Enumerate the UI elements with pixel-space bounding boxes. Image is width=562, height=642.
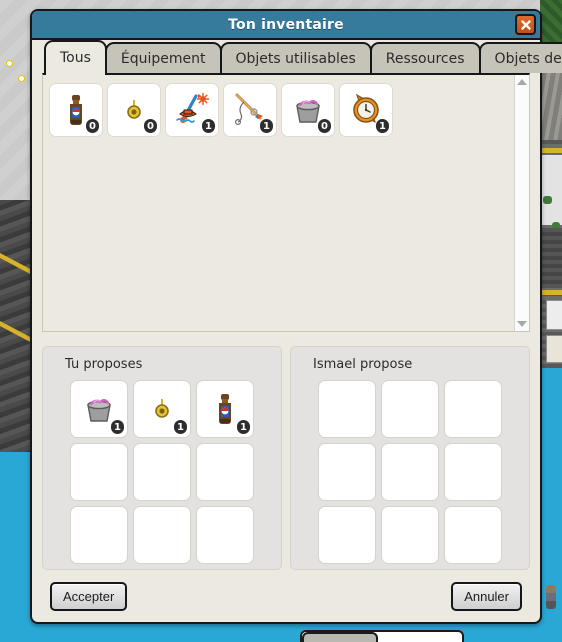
item-quantity: 1: [236, 419, 251, 435]
inventory-tabs: Tous Équipement Objets utilisables Resso…: [32, 40, 562, 75]
trade-partner-slot-empty[interactable]: [381, 380, 439, 438]
trade-area: Tu proposes 1 1 1 Ismael propose: [42, 346, 530, 570]
inventory-scrollbar[interactable]: [514, 75, 529, 331]
tab-label: Équipement: [120, 50, 206, 67]
inventory-slot-soda-bottle[interactable]: 0: [49, 83, 103, 137]
trade-panel-partner: Ismael propose: [290, 346, 530, 570]
trade-panel-you: Tu proposes 1 1 1: [42, 346, 282, 570]
close-icon: [520, 19, 531, 30]
trade-you-slot-gold-pendant[interactable]: 1: [133, 380, 191, 438]
trade-partner-slot-empty[interactable]: [318, 506, 376, 564]
accept-button[interactable]: Accepter: [50, 581, 128, 611]
inventory-slot-fishing-rod[interactable]: 1: [223, 83, 277, 137]
inventory-slot-gold-pendant[interactable]: 0: [107, 83, 161, 137]
item-quantity: 0: [85, 118, 100, 134]
tab-objets-utilisables[interactable]: Objets utilisables: [219, 42, 372, 73]
trade-partner-slot-empty[interactable]: [318, 380, 376, 438]
trade-you-slot-empty[interactable]: [196, 506, 254, 564]
page-title: Ton inventaire: [228, 16, 344, 33]
inventory-item-grid: 0 0 1 1 0 1: [43, 75, 514, 331]
chevron-up-icon[interactable]: [517, 79, 527, 85]
background-flower-icon: [6, 60, 13, 67]
background-bush-icon: [543, 196, 552, 204]
tab-label: Objets utilisables: [235, 50, 356, 67]
inventory-slot-bucket[interactable]: 0: [281, 83, 335, 137]
trade-partner-grid: [291, 380, 529, 564]
item-quantity: 1: [201, 118, 216, 134]
trade-partner-slot-empty[interactable]: [381, 443, 439, 501]
trade-you-grid: 1 1 1: [43, 380, 281, 564]
tab-label: Tous: [60, 49, 91, 66]
trade-partner-slot-empty[interactable]: [444, 380, 502, 438]
trade-you-slot-soda-bottle[interactable]: 1: [196, 380, 254, 438]
trade-partner-slot-empty[interactable]: [381, 506, 439, 564]
inventory-slot-pocket-watch[interactable]: 1: [339, 83, 393, 137]
trade-you-slot-bucket[interactable]: 1: [70, 380, 128, 438]
trade-you-slot-empty[interactable]: [196, 443, 254, 501]
trade-you-slot-empty[interactable]: [70, 506, 128, 564]
inventory-list-panel: 0 0 1 1 0 1: [42, 73, 530, 332]
trade-you-slot-empty[interactable]: [133, 443, 191, 501]
tab-ressources[interactable]: Ressources: [369, 42, 481, 73]
background-crate-icon: [546, 335, 562, 363]
dialog-title-bar[interactable]: Ton inventaire: [32, 11, 540, 40]
inventory-dialog: Ton inventaire Tous Équipement Objets ut…: [30, 9, 562, 624]
item-quantity: 1: [259, 118, 274, 134]
inventory-slot-boat[interactable]: 1: [165, 83, 219, 137]
item-quantity: 1: [173, 419, 188, 435]
dialog-footer: Accepter Annuler: [32, 570, 540, 622]
tab-tous[interactable]: Tous: [44, 40, 107, 75]
background-road-line: [540, 148, 562, 153]
tab-objets-de-quete[interactable]: Objets de quête: [478, 42, 562, 73]
trade-you-slot-empty[interactable]: [133, 506, 191, 564]
background-crate-icon: [546, 300, 562, 330]
tab-equipement[interactable]: Équipement: [104, 42, 222, 73]
item-quantity: 0: [143, 118, 158, 134]
trade-partner-slot-empty[interactable]: [444, 506, 502, 564]
trade-you-title: Tu proposes: [65, 357, 143, 372]
chevron-down-icon[interactable]: [517, 321, 527, 327]
cancel-button[interactable]: Annuler: [451, 581, 522, 611]
background-pavement-right: [540, 155, 562, 225]
item-quantity: 0: [317, 118, 332, 134]
background-secondary-window-tab: [302, 632, 378, 642]
item-quantity: 1: [110, 419, 125, 435]
background-road-line: [540, 290, 562, 295]
trade-you-slot-empty[interactable]: [70, 443, 128, 501]
item-quantity: 1: [375, 118, 390, 134]
background-asphalt-right: [540, 228, 562, 288]
tab-label: Objets de quête: [494, 50, 562, 67]
trade-partner-slot-empty[interactable]: [444, 443, 502, 501]
background-flower-icon: [18, 75, 25, 82]
close-button[interactable]: [515, 14, 536, 35]
trade-partner-slot-empty[interactable]: [318, 443, 376, 501]
trade-partner-title: Ismael propose: [313, 357, 413, 372]
tab-label: Ressources: [385, 50, 465, 67]
background-character-icon: [546, 585, 556, 609]
